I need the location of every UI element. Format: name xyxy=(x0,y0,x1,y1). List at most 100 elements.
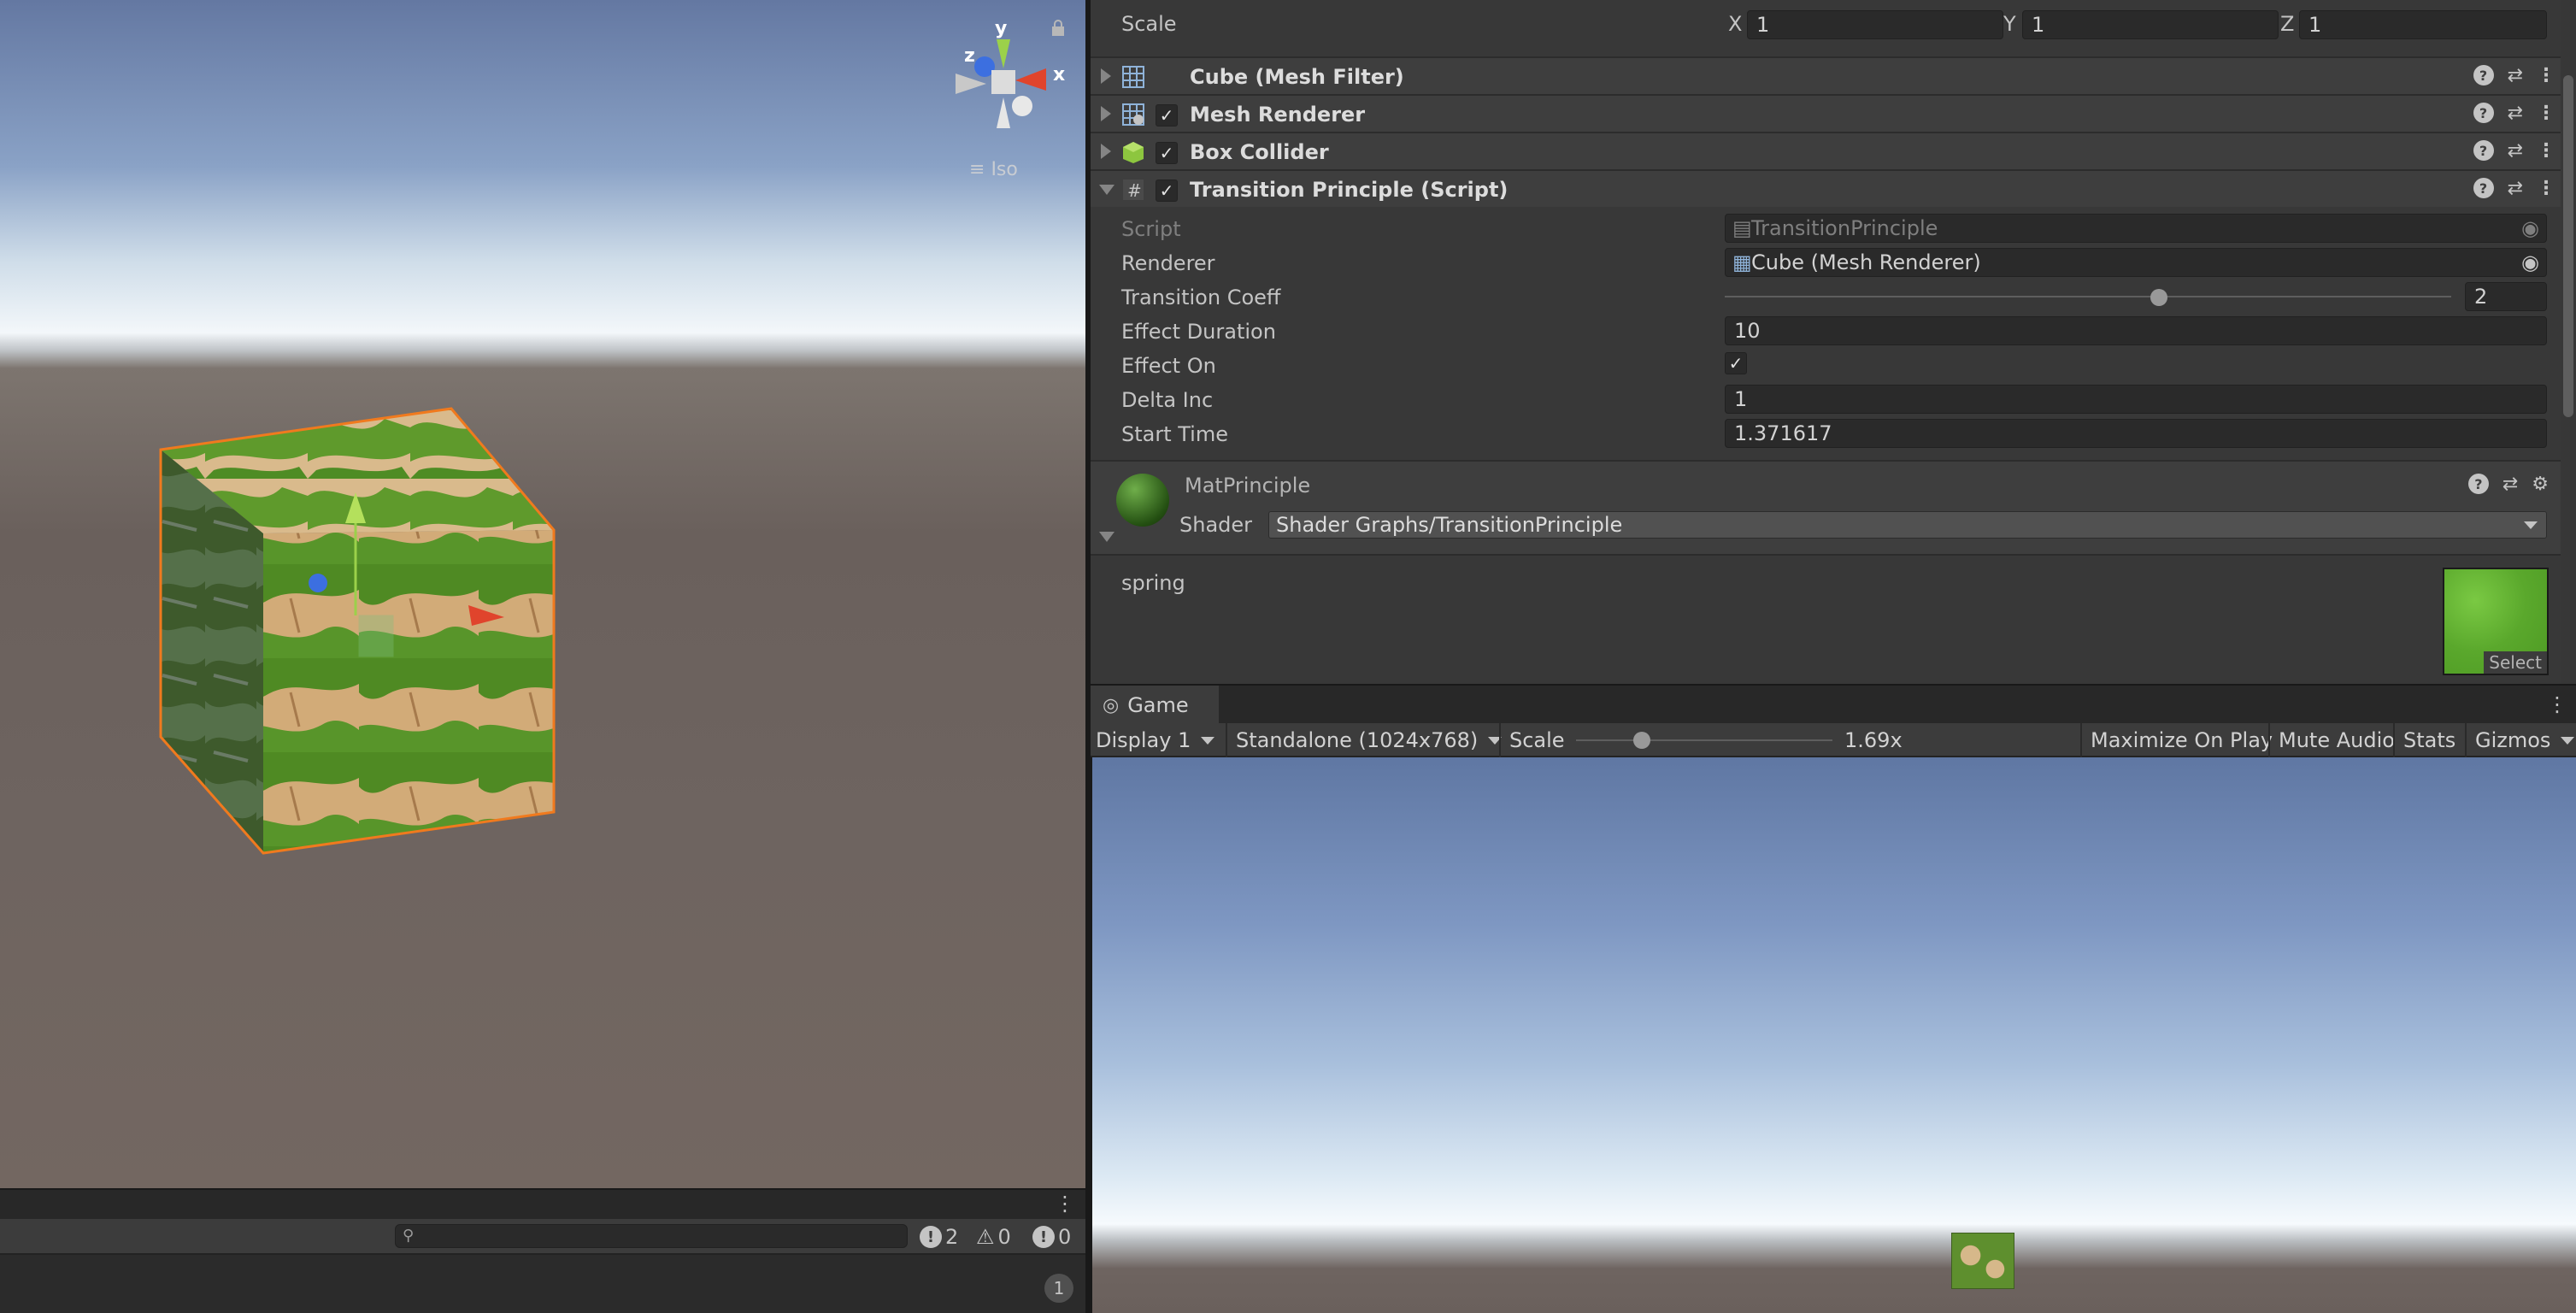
scale-x-label[interactable]: X xyxy=(1728,12,1742,36)
effect-on-label: Effect On xyxy=(1121,354,1216,378)
presets-icon[interactable]: ⇄ xyxy=(2502,474,2518,495)
effect-duration-field[interactable]: 10 xyxy=(1725,316,2547,345)
transition-coeff-field[interactable]: 2 xyxy=(2465,282,2547,311)
info-icon: ! xyxy=(920,1226,942,1248)
slider-track xyxy=(1576,739,1832,741)
effect-on-checkbox[interactable]: ✓ xyxy=(1725,352,1747,374)
scale-z-label[interactable]: Z xyxy=(2280,12,2294,36)
lock-icon[interactable] xyxy=(1050,19,1067,38)
component-title: Box Collider xyxy=(1190,140,1329,164)
more-icon[interactable]: ⋮ xyxy=(2537,103,2555,124)
console-more-icon[interactable]: ⋮ xyxy=(1055,1193,1075,1214)
component-enabled-checkbox[interactable]: ✓ xyxy=(1156,142,1178,164)
help-icon[interactable]: ? xyxy=(2473,65,2494,85)
resolution-dropdown[interactable]: Standalone (1024x768) xyxy=(1226,723,1510,757)
presets-icon[interactable]: ⇄ xyxy=(2508,140,2523,162)
display-dropdown[interactable]: Display 1 xyxy=(1096,723,1215,757)
console-warning-count[interactable]: ⚠ 0 xyxy=(976,1222,1011,1251)
gizmo-y-cone xyxy=(997,39,1010,68)
scale-y-field[interactable]: 1 xyxy=(2022,10,2279,39)
more-icon[interactable]: ⋮ xyxy=(2537,140,2555,162)
component-title: Mesh Renderer xyxy=(1190,103,1366,127)
scale-slider[interactable] xyxy=(1576,732,1832,749)
shader-dropdown[interactable]: Shader Graphs/TransitionPrinciple xyxy=(1268,511,2547,539)
search-icon: ⚲ xyxy=(403,1227,415,1245)
mesh-renderer-icon: ▦ xyxy=(1732,250,1752,274)
chevron-down-icon xyxy=(1201,736,1215,745)
console-tab-bar xyxy=(0,1188,1085,1219)
game-toolbar: Display 1 Standalone (1024x768) Scale 1.… xyxy=(1091,723,2576,757)
console-badge[interactable]: 1 xyxy=(1044,1274,1073,1303)
component-enabled-checkbox[interactable]: ✓ xyxy=(1156,180,1178,202)
slider-thumb[interactable] xyxy=(1633,732,1651,749)
scale-x-field[interactable]: 1 xyxy=(1747,10,2003,39)
slider-track xyxy=(1725,296,2451,297)
slider-thumb[interactable] xyxy=(2150,289,2167,306)
component-title: Cube (Mesh Filter) xyxy=(1190,65,1404,89)
tab-game[interactable]: ◎ Game xyxy=(1091,686,1219,725)
material-collapse-arrow-icon[interactable] xyxy=(1099,532,1115,542)
transition-coeff-label: Transition Coeff xyxy=(1121,286,1281,309)
gizmo-x-cone xyxy=(1015,68,1046,91)
console-search-input[interactable]: ⚲ xyxy=(395,1224,908,1248)
orientation-gizmo[interactable]: y z x xyxy=(940,12,1085,183)
component-box-collider[interactable]: ✓ Box Collider ? ⇄ ⋮ xyxy=(1091,132,2561,169)
gamepad-icon: ◎ xyxy=(1103,694,1120,716)
presets-icon[interactable]: ⇄ xyxy=(2508,103,2523,124)
script-icon: # xyxy=(1123,180,1144,201)
maximize-on-play-button[interactable]: Maximize On Play xyxy=(2080,723,2281,757)
scale-y-label[interactable]: Y xyxy=(2003,12,2016,36)
console-body xyxy=(0,1255,1085,1313)
gear-icon[interactable]: ⚙ xyxy=(2532,474,2549,495)
console-log-count[interactable]: ! 2 xyxy=(920,1222,958,1251)
mute-audio-button[interactable]: Mute Audio xyxy=(2268,723,2403,757)
component-enabled-checkbox[interactable]: ✓ xyxy=(1156,104,1178,127)
game-more-icon[interactable]: ⋮ xyxy=(2547,692,2567,716)
texture-select-button[interactable]: Select xyxy=(2484,651,2547,674)
collapse-arrow-icon[interactable] xyxy=(1099,185,1115,195)
gizmo-x-label: x xyxy=(1053,64,1065,85)
menu-icon: ≡ xyxy=(969,159,985,180)
projection-toggle[interactable]: ≡ Iso xyxy=(969,159,1018,180)
start-time-field[interactable]: 1.371617 xyxy=(1725,419,2547,448)
gizmos-dropdown[interactable]: Gizmos xyxy=(2465,723,2576,757)
transition-coeff-slider[interactable] xyxy=(1725,284,2451,309)
presets-icon[interactable]: ⇄ xyxy=(2508,65,2523,86)
material-section: MatPrinciple Shader Shader Graphs/Transi… xyxy=(1091,460,2561,556)
game-cube xyxy=(1951,1233,2014,1289)
presets-icon[interactable]: ⇄ xyxy=(2508,178,2523,199)
box-collider-icon xyxy=(1123,142,1144,163)
component-title: Transition Principle (Script) xyxy=(1190,178,1509,202)
projection-label: Iso xyxy=(991,159,1018,180)
game-view[interactable] xyxy=(1092,757,2576,1313)
expand-arrow-icon[interactable] xyxy=(1101,144,1111,159)
inspector-scroll-thumb[interactable] xyxy=(2563,75,2573,417)
component-mesh-renderer[interactable]: ✓ Mesh Renderer ? ⇄ ⋮ xyxy=(1091,94,2561,132)
component-transition-script[interactable]: # ✓ Transition Principle (Script) ? ⇄ ⋮ xyxy=(1091,169,2561,207)
expand-arrow-icon[interactable] xyxy=(1101,68,1111,84)
delta-inc-label: Delta Inc xyxy=(1121,388,1214,412)
scale-z-field[interactable]: 1 xyxy=(2299,10,2547,39)
delta-inc-field[interactable]: 1 xyxy=(1725,385,2547,414)
cube-front-face xyxy=(263,530,554,853)
inspector-panel: Scale X 1 Y 1 Z 1 Cube (Mesh Filter) ? ⇄ ⋮… xyxy=(1091,0,2576,684)
chevron-down-icon xyxy=(2524,521,2538,529)
chevron-down-icon xyxy=(2561,736,2575,745)
more-icon[interactable]: ⋮ xyxy=(2537,178,2555,199)
object-picker-icon[interactable]: ◉ xyxy=(2521,249,2539,276)
scene-view[interactable]: y z x ≡ Iso xyxy=(0,0,1085,1188)
gizmo-neg-x-cone xyxy=(956,74,986,94)
texture-slot[interactable]: Select xyxy=(2443,568,2549,675)
help-icon[interactable]: ? xyxy=(2467,474,2489,494)
help-icon[interactable]: ? xyxy=(2473,178,2494,198)
selected-cube[interactable] xyxy=(0,0,1085,1188)
more-icon[interactable]: ⋮ xyxy=(2537,65,2555,86)
help-icon[interactable]: ? xyxy=(2473,140,2494,161)
expand-arrow-icon[interactable] xyxy=(1101,106,1111,121)
console-error-count[interactable]: ! 0 xyxy=(1032,1222,1071,1251)
renderer-label: Renderer xyxy=(1121,251,1215,275)
renderer-field[interactable]: ▦ Cube (Mesh Renderer) ◉ xyxy=(1725,248,2547,277)
stats-button[interactable]: Stats xyxy=(2393,723,2464,757)
help-icon[interactable]: ? xyxy=(2473,103,2494,123)
component-mesh-filter[interactable]: Cube (Mesh Filter) ? ⇄ ⋮ xyxy=(1091,56,2561,94)
